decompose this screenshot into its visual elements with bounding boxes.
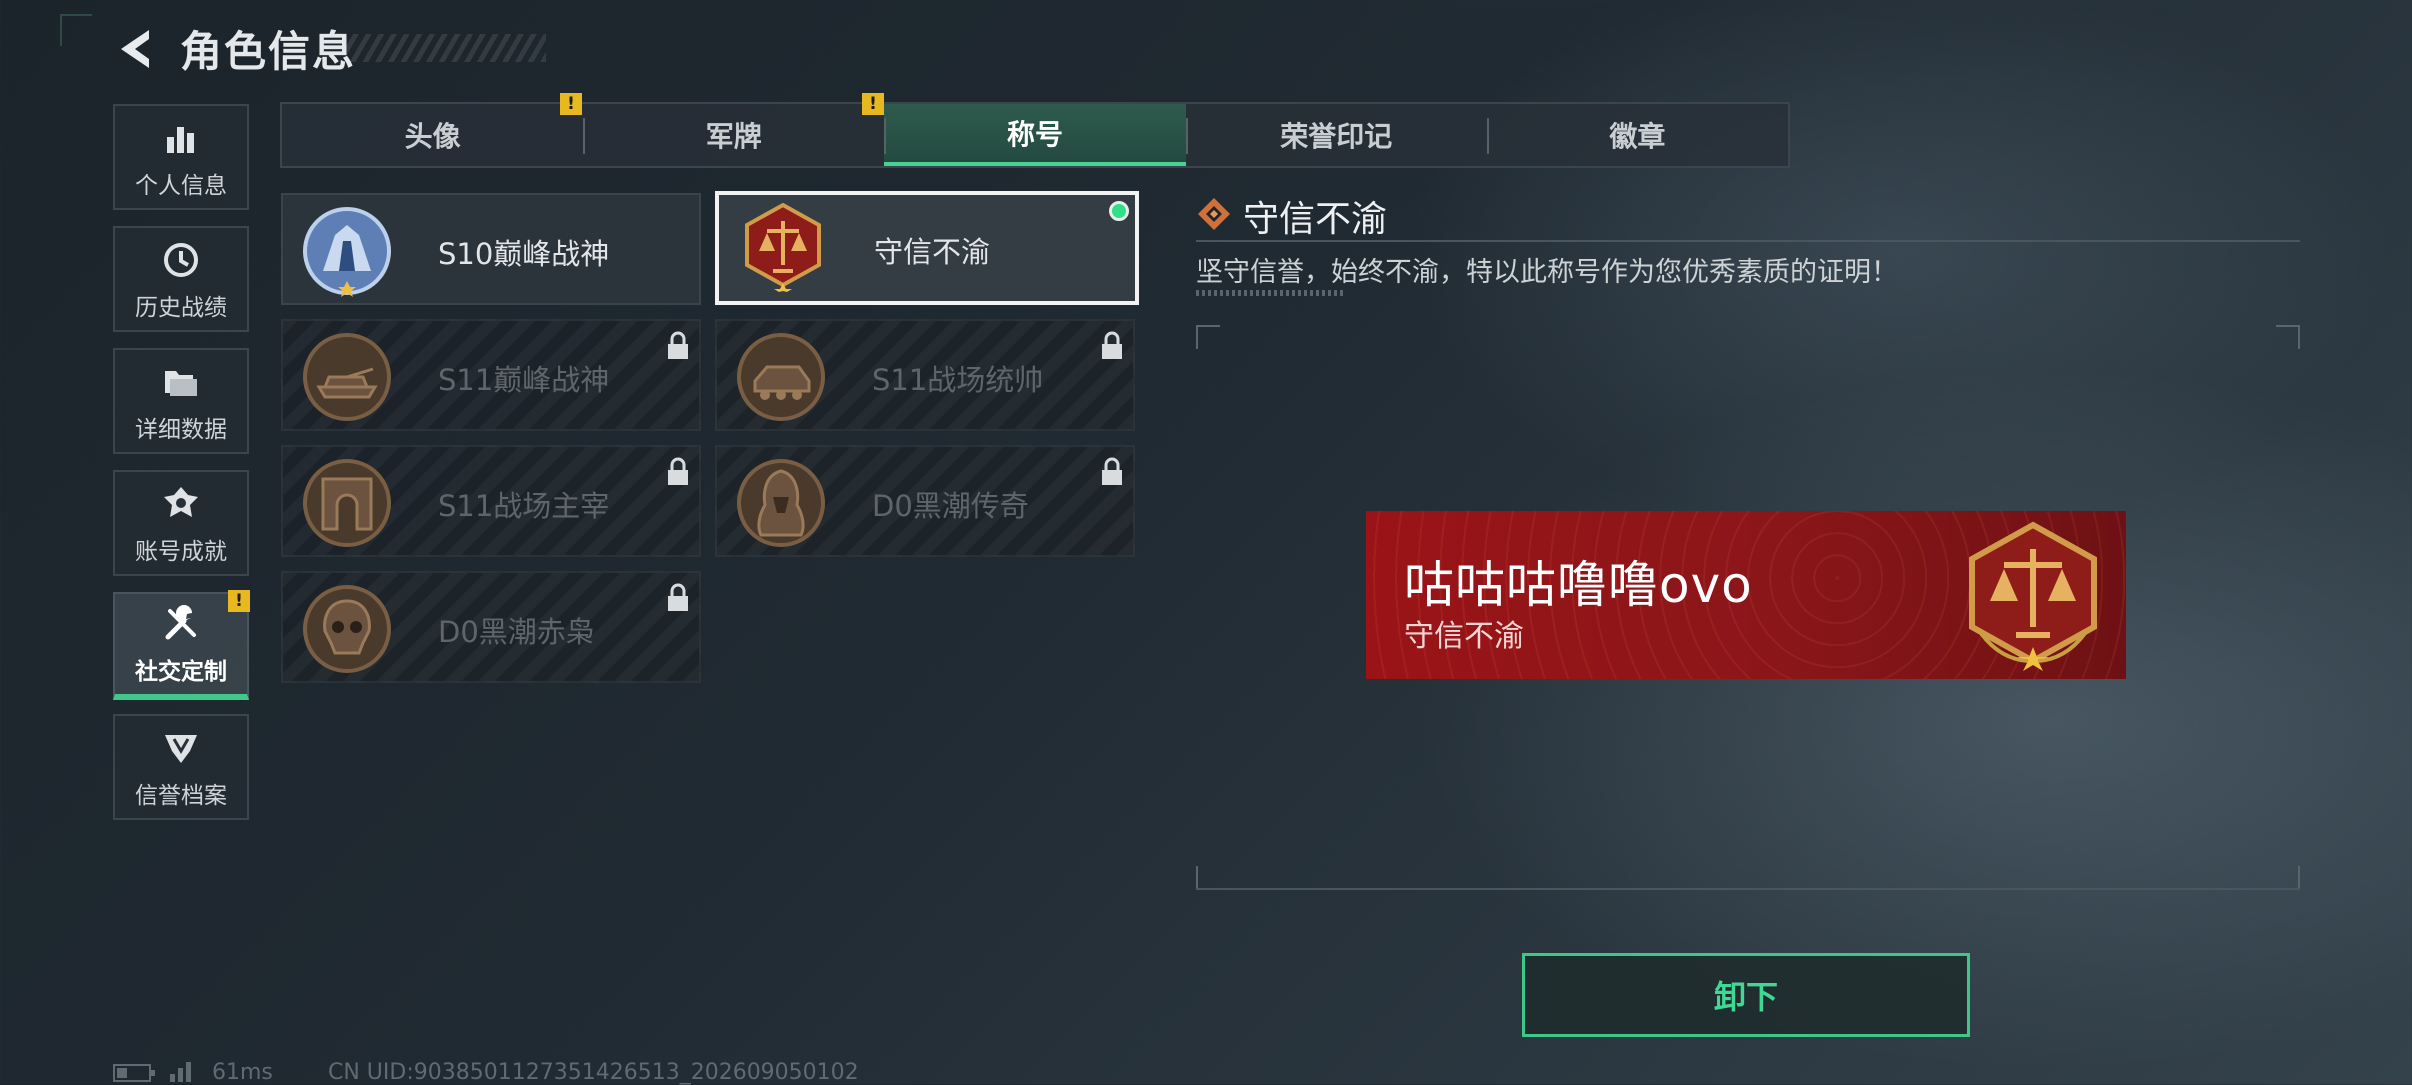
- title-card-keep-faith[interactable]: 守信不渝: [715, 191, 1139, 305]
- credibility-shield-icon: [161, 728, 201, 768]
- title-decoration: [346, 34, 546, 62]
- achievement-icon: [161, 484, 201, 524]
- detail-description: 坚守信誉，始终不渝，特以此称号作为您优秀素质的证明！: [1196, 257, 1898, 288]
- bar-chart-icon: [161, 118, 201, 158]
- scales-emblem-icon: [745, 202, 821, 292]
- back-button[interactable]: [110, 22, 160, 76]
- uid-readout: CN UID:903850112735142651​3_202609050102: [328, 1060, 859, 1085]
- battery-icon: [113, 1064, 155, 1082]
- s11-tank-emblem-icon: [303, 333, 391, 421]
- title-name: D0黑潮传奇: [872, 489, 1029, 523]
- divider: [1196, 888, 2300, 890]
- title-name: D0黑潮赤枭: [438, 615, 595, 649]
- title-card-s10-peak-god[interactable]: S10巅峰战神: [281, 193, 701, 305]
- sidebar-item-label: 账号成就: [135, 539, 227, 565]
- detail-title: 守信不渝: [1243, 199, 1388, 240]
- sidebar-item-credibility[interactable]: 信誉档案: [113, 714, 249, 820]
- title-name: S10巅峰战神: [438, 237, 610, 271]
- lock-icon: [668, 457, 688, 485]
- history-clock-icon: [161, 240, 201, 280]
- tab-label: 头像: [404, 120, 461, 153]
- corner-decoration: [60, 14, 92, 46]
- s11-vehicle-emblem-icon: [737, 333, 825, 421]
- title-name: S11巅峰战神: [438, 363, 610, 397]
- equipped-indicator: [1109, 201, 1129, 221]
- folder-icon: [161, 362, 201, 402]
- alert-badge: !: [228, 590, 250, 612]
- tab-honor-mark[interactable]: 荣誉印记: [1185, 104, 1487, 166]
- title-card-d0-black-tide-owl[interactable]: D0黑潮赤枭: [281, 571, 701, 683]
- tab-label: 称号: [1007, 118, 1064, 151]
- sidebar-item-history[interactable]: 历史战绩: [113, 226, 249, 332]
- s10-peak-emblem-icon: [303, 207, 391, 297]
- lock-icon: [668, 331, 688, 359]
- lock-icon: [1102, 331, 1122, 359]
- sidebar-item-detailed-data[interactable]: 详细数据: [113, 348, 249, 454]
- sidebar-item-achievements[interactable]: 账号成就: [113, 470, 249, 576]
- tab-badge[interactable]: 徽章: [1486, 104, 1788, 166]
- tab-avatar[interactable]: 头像: [282, 104, 583, 166]
- unequip-button[interactable]: 卸下: [1522, 953, 1970, 1037]
- sidebar-item-label: 历史战绩: [135, 295, 227, 321]
- s11-arch-emblem-icon: [303, 459, 391, 547]
- alert-badge: !: [560, 93, 582, 115]
- title-name: 守信不渝: [874, 235, 991, 269]
- back-arrow-icon: [121, 30, 149, 68]
- tab-label: 军牌: [705, 120, 762, 153]
- tab-label: 荣誉印记: [1280, 120, 1393, 153]
- tab-title[interactable]: 称号: [884, 104, 1186, 166]
- lock-icon: [668, 583, 688, 611]
- alert-badge: !: [862, 93, 884, 115]
- d0-hooded-figure-emblem-icon: [737, 459, 825, 547]
- title-card-d0-black-tide-legend[interactable]: D0黑潮传奇: [715, 445, 1135, 557]
- title-name: S11战场统帅: [872, 363, 1044, 397]
- title-card-s11-commander[interactable]: S11战场统帅: [715, 319, 1135, 431]
- nameplate-card: 咕咕咕噜噜ovo 守信不渝: [1366, 511, 2126, 679]
- sidebar-item-label: 个人信息: [135, 173, 227, 199]
- nameplate-title: 守信不渝: [1404, 619, 1524, 654]
- title-card-s11-battlefield-master[interactable]: S11战场主宰: [281, 445, 701, 557]
- player-name: 咕咕咕噜噜ovo: [1404, 556, 1753, 614]
- tab-label: 徽章: [1609, 120, 1666, 153]
- wrench-screwdriver-icon: [161, 604, 201, 644]
- lock-icon: [1102, 457, 1122, 485]
- sidebar-item-personal-info[interactable]: 个人信息: [113, 104, 249, 210]
- sidebar-item-label: 详细数据: [135, 417, 227, 443]
- title-name: S11战场主宰: [438, 489, 610, 523]
- d0-skull-emblem-icon: [303, 585, 391, 673]
- divider: [1196, 240, 2300, 242]
- tab-dogtag[interactable]: 军牌: [583, 104, 884, 166]
- diamond-title-icon: [1198, 198, 1230, 230]
- description-decoration: [1196, 290, 1346, 296]
- tab-bar: 头像 军牌 称号 荣誉印记 徽章: [280, 102, 1790, 168]
- signal-icon: [170, 1062, 191, 1082]
- page-title: 角色信息: [180, 27, 357, 76]
- scales-emblem-icon: [1969, 521, 2097, 671]
- title-card-s11-peak-god[interactable]: S11巅峰战神: [281, 319, 701, 431]
- sidebar-item-label: 信誉档案: [135, 783, 227, 809]
- ping-readout: 61ms: [212, 1060, 273, 1085]
- sidebar-item-label: 社交定制: [135, 659, 227, 685]
